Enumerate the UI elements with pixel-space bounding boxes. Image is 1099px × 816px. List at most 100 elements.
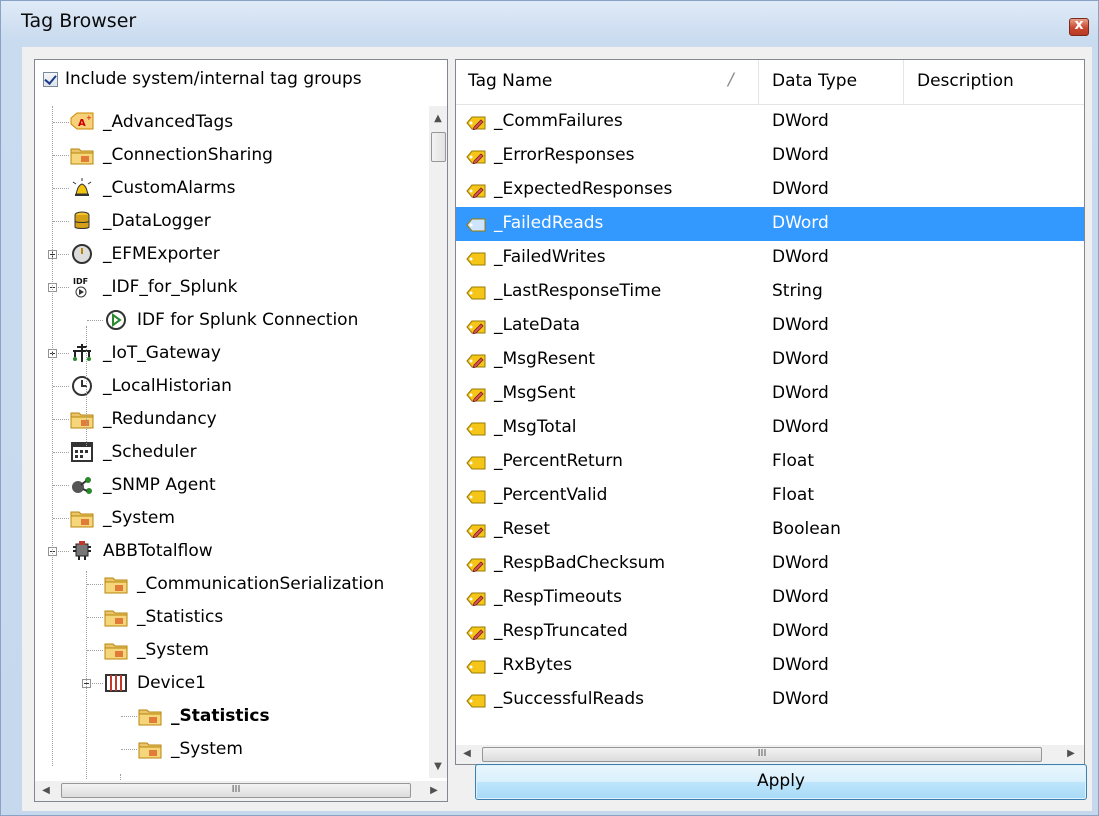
alarm-bell-icon [69,176,95,200]
tree-connector [87,320,103,321]
tag-group-panel: Include system/internal tag groups A + _Ad… [34,59,448,802]
tag-icon [466,421,486,436]
history-icon [69,374,95,398]
tag-list-hscroll-thumb[interactable]: III [482,747,1042,762]
folder-icon [137,704,163,728]
tag-row[interactable]: _PercentReturn Float [456,445,1084,479]
tree-node-label: _EFMExporter [103,244,220,264]
column-description-label: Description [917,71,1014,91]
tree-connector [87,650,103,651]
tree-connector [53,485,69,486]
tag-pencil-icon [466,625,486,641]
tag-name-cell: _MsgTotal [494,417,577,437]
tag-name-cell: _CommFailures [494,111,623,131]
close-button[interactable]: x [1069,17,1089,36]
tag-pencil-icon [466,557,486,573]
tree-connector [53,452,69,453]
data-type-cell: DWord [772,349,829,369]
scroll-left-icon[interactable]: ◀ [37,782,55,800]
scroll-grip-icon: III [757,748,767,759]
column-header-data-type[interactable]: Data Type [760,60,900,104]
tree-connector [53,221,69,222]
snmp-icon [69,473,95,497]
tag-row[interactable]: _MsgResent DWord [456,343,1084,377]
tag-icon [466,693,486,708]
tag-row[interactable]: _RespTimeouts DWord [456,581,1084,615]
include-system-label[interactable]: Include system/internal tag groups [65,69,362,89]
tag-icon [466,251,486,266]
scroll-left-icon[interactable]: ◀ [458,745,476,763]
tree-vertical-scrollbar[interactable]: ▲ ▼ [429,106,447,778]
tag-group-tree[interactable]: A + _AdvancedTags _ConnectionSharing _Custom… [35,106,427,780]
data-type-cell: DWord [772,383,829,403]
tag-row[interactable]: _ExpectedResponses DWord [456,173,1084,207]
tag-name-cell: _LateData [494,315,581,335]
tree-horizontal-scrollbar[interactable]: ◀ III ▶ [35,781,447,801]
tag-icon [466,659,486,674]
tree-connector [52,106,53,766]
tag-pencil-icon [466,523,486,539]
data-type-cell: DWord [772,553,829,573]
tag-name-cell: _FailedWrites [494,247,606,267]
advanced-tags-icon: A + [69,110,95,134]
column-divider[interactable] [903,60,904,104]
scroll-grip-icon: III [231,784,241,795]
tree-node-label: _SNMP Agent [103,475,216,495]
tag-row[interactable]: _RxBytes DWord [456,649,1084,683]
tag-row[interactable]: _SuccessfulReads DWord [456,683,1084,717]
tree-node-label: _IDF_for_Splunk [103,277,238,297]
column-header-description[interactable]: Description [905,60,1075,104]
tag-row[interactable]: _MsgTotal DWord [456,411,1084,445]
tag-pencil-icon [466,183,486,199]
tree-node-label: _Statistics [137,607,224,627]
tag-row[interactable]: _LastResponseTime String [456,275,1084,309]
tag-list-horizontal-scrollbar[interactable]: ◀ III ▶ [456,745,1084,764]
close-icon: x [1074,17,1084,33]
tree-scroll-thumb[interactable] [431,132,446,162]
tag-pencil-icon [466,591,486,607]
column-header-tag-name[interactable]: Tag Name / [456,60,750,104]
tree-node-label: IDF for Splunk Connection [137,310,359,330]
data-type-cell: DWord [772,213,829,233]
scroll-up-icon[interactable]: ▲ [429,110,447,128]
folder-icon [137,737,163,761]
tag-icon [466,217,486,232]
tree-node-label: _System [103,508,175,528]
tree-node-label: ABBTotalflow [103,541,213,561]
channel-icon [69,539,95,563]
tree-node-label: _CommunicationSerialization [137,574,385,594]
include-system-checkbox[interactable] [43,72,58,87]
gauge-icon [69,242,95,266]
tag-row[interactable]: _CommFailures DWord [456,105,1084,139]
tag-row[interactable]: _RespBadChecksum DWord [456,547,1084,581]
folder-icon [69,143,95,167]
tree-connector [87,584,103,585]
apply-button[interactable]: Apply [475,764,1087,800]
include-system-row[interactable]: Include system/internal tag groups [35,60,447,100]
tag-row[interactable]: _RespTruncated DWord [456,615,1084,649]
scroll-right-icon[interactable]: ▶ [425,782,443,800]
data-type-cell: DWord [772,689,829,709]
tree-node-label: _Redundancy [103,409,217,429]
tag-row[interactable]: _FailedReads DWord [456,207,1084,241]
tag-row[interactable]: _Reset Boolean [456,513,1084,547]
data-type-cell: DWord [772,621,829,641]
data-type-cell: DWord [772,145,829,165]
tag-row[interactable]: _FailedWrites DWord [456,241,1084,275]
tag-pencil-icon [466,149,486,165]
tag-list[interactable]: _CommFailures DWord _ErrorResponses DWord _E… [456,105,1084,735]
scroll-down-icon[interactable]: ▼ [429,758,447,776]
data-type-cell: String [772,281,823,301]
tag-name-cell: _Reset [494,519,550,539]
device-icon [103,671,129,695]
tag-row[interactable]: _ErrorResponses DWord [456,139,1084,173]
column-divider[interactable] [758,60,759,104]
tree-node-label: _CustomAlarms [103,178,236,198]
tag-row[interactable]: _LateData DWord [456,309,1084,343]
tag-pencil-icon [466,319,486,335]
scroll-right-icon[interactable]: ▶ [1062,745,1080,763]
tag-row[interactable]: _PercentValid Float [456,479,1084,513]
tree-hscroll-thumb[interactable]: III [61,783,411,798]
tag-row[interactable]: _MsgSent DWord [456,377,1084,411]
tree-connector [53,386,69,387]
